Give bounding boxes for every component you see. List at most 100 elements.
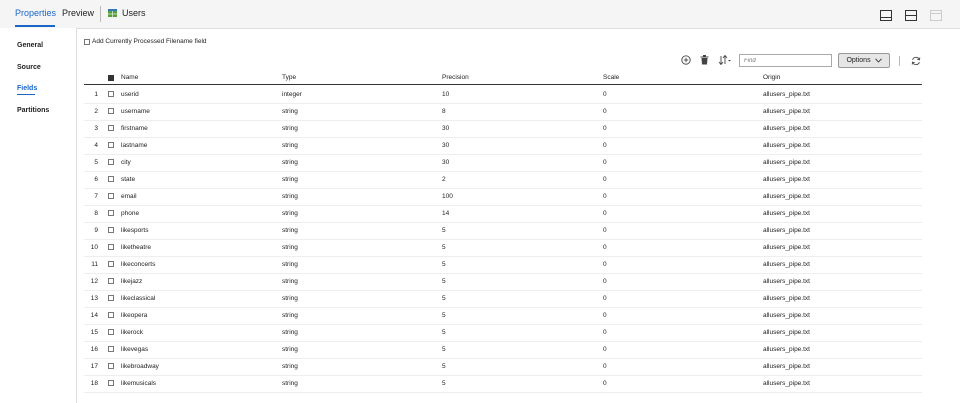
field-name: likesports [121, 227, 149, 234]
bottom-panel-layout-icon[interactable] [880, 10, 892, 21]
field-name: likevegas [121, 346, 149, 353]
add-field-icon[interactable] [681, 55, 691, 65]
filename-field-checkbox[interactable] [84, 39, 90, 45]
table-row[interactable]: 17 likebroadway string 5 0 allusers_pipe.txt [84, 358, 922, 376]
row-checkbox[interactable] [108, 244, 114, 250]
sort-icon[interactable] [718, 55, 732, 65]
column-header-name[interactable]: Name [121, 74, 138, 81]
row-checkbox[interactable] [108, 329, 114, 335]
options-label: Options [846, 57, 871, 64]
tab-divider [100, 6, 101, 22]
field-type: string [282, 278, 298, 285]
field-origin: allusers_pipe.txt [763, 278, 810, 285]
row-number: 14 [90, 312, 98, 319]
table-row[interactable]: 6 state string 2 0 allusers_pipe.txt [84, 171, 922, 189]
field-origin: allusers_pipe.txt [763, 346, 810, 353]
field-type: string [282, 312, 298, 319]
row-checkbox[interactable] [108, 210, 114, 216]
row-checkbox[interactable] [108, 278, 114, 284]
table-row[interactable]: 9 likesports string 5 0 allusers_pipe.txt [84, 222, 922, 240]
field-precision: 100 [442, 193, 453, 200]
row-checkbox[interactable] [108, 227, 114, 233]
row-checkbox[interactable] [108, 176, 114, 182]
field-origin: allusers_pipe.txt [763, 244, 810, 251]
row-checkbox[interactable] [108, 142, 114, 148]
field-name: liketheatre [121, 244, 151, 251]
row-checkbox[interactable] [108, 346, 114, 352]
field-name: likeconcerts [121, 261, 156, 268]
table-row[interactable]: 15 likerock string 5 0 allusers_pipe.txt [84, 324, 922, 342]
column-header-scale[interactable]: Scale [603, 74, 619, 81]
table-row[interactable]: 1 userid integer 10 0 allusers_pipe.txt [84, 86, 922, 104]
tab-users[interactable]: Users [122, 8, 146, 18]
row-checkbox[interactable] [108, 108, 114, 114]
table-row[interactable]: 8 phone string 14 0 allusers_pipe.txt [84, 205, 922, 223]
table-row[interactable]: 18 likemusicals string 5 0 allusers_pipe.txt [84, 375, 922, 393]
row-checkbox[interactable] [108, 193, 114, 199]
row-checkbox[interactable] [108, 363, 114, 369]
table-row[interactable]: 12 likejazz string 5 0 allusers_pipe.txt [84, 273, 922, 291]
find-input[interactable] [739, 54, 832, 67]
tab-properties[interactable]: Properties [15, 8, 56, 18]
field-precision: 30 [442, 142, 450, 149]
select-all-checkbox[interactable] [108, 75, 114, 81]
fields-table-header: Name Type Precision Scale Origin [84, 72, 922, 85]
table-row[interactable]: 5 city string 30 0 allusers_pipe.txt [84, 154, 922, 172]
row-number: 4 [94, 142, 98, 149]
row-checkbox[interactable] [108, 159, 114, 165]
field-origin: allusers_pipe.txt [763, 125, 810, 132]
field-origin: allusers_pipe.txt [763, 295, 810, 302]
field-precision: 5 [442, 329, 446, 336]
row-number: 15 [90, 329, 98, 336]
field-type: string [282, 363, 298, 370]
tab-bar: Properties Preview Users [0, 0, 960, 29]
field-type: string [282, 108, 298, 115]
field-name: likeclassical [121, 295, 156, 302]
row-checkbox[interactable] [108, 125, 114, 131]
table-row[interactable]: 7 email string 100 0 allusers_pipe.txt [84, 188, 922, 206]
table-row[interactable]: 11 likeconcerts string 5 0 allusers_pipe.txt [84, 256, 922, 274]
table-row[interactable]: 16 likevegas string 5 0 allusers_pipe.txt [84, 341, 922, 359]
row-number: 13 [90, 295, 98, 302]
row-number: 16 [90, 346, 98, 353]
nav-item-general[interactable]: General [17, 42, 43, 49]
column-header-type[interactable]: Type [282, 74, 296, 81]
field-name: username [121, 108, 150, 115]
table-row[interactable]: 14 likeopera string 5 0 allusers_pipe.txt [84, 307, 922, 325]
table-row[interactable]: 4 lastname string 30 0 allusers_pipe.txt [84, 137, 922, 155]
table-row[interactable]: 13 likeclassical string 5 0 allusers_pipe.txt [84, 290, 922, 308]
options-dropdown[interactable]: Options [838, 53, 890, 68]
nav-active-indicator [17, 94, 35, 95]
tab-preview[interactable]: Preview [62, 8, 94, 18]
row-checkbox[interactable] [108, 91, 114, 97]
row-checkbox[interactable] [108, 380, 114, 386]
top-panel-layout-icon [930, 10, 942, 21]
nav-item-fields[interactable]: Fields [17, 85, 37, 92]
field-scale: 0 [603, 329, 607, 336]
row-number: 8 [94, 210, 98, 217]
refresh-icon[interactable] [911, 56, 921, 66]
field-precision: 5 [442, 295, 446, 302]
nav-item-partitions[interactable]: Partitions [17, 107, 49, 114]
active-tab-indicator [15, 25, 55, 27]
row-checkbox[interactable] [108, 261, 114, 267]
field-type: string [282, 142, 298, 149]
delete-icon[interactable] [700, 55, 709, 65]
table-row[interactable]: 10 liketheatre string 5 0 allusers_pipe.txt [84, 239, 922, 257]
row-checkbox[interactable] [108, 295, 114, 301]
table-row[interactable]: 3 firstname string 30 0 allusers_pipe.txt [84, 120, 922, 138]
field-precision: 30 [442, 125, 450, 132]
column-header-origin[interactable]: Origin [763, 74, 780, 81]
row-checkbox[interactable] [108, 312, 114, 318]
nav-item-source[interactable]: Source [17, 64, 41, 71]
column-header-precision[interactable]: Precision [442, 74, 469, 81]
field-origin: allusers_pipe.txt [763, 261, 810, 268]
field-origin: allusers_pipe.txt [763, 363, 810, 370]
field-origin: allusers_pipe.txt [763, 329, 810, 336]
field-precision: 14 [442, 210, 450, 217]
split-panel-layout-icon[interactable] [905, 10, 917, 21]
field-scale: 0 [603, 346, 607, 353]
table-row[interactable]: 2 username string 8 0 allusers_pipe.txt [84, 103, 922, 121]
field-scale: 0 [603, 380, 607, 387]
field-scale: 0 [603, 176, 607, 183]
